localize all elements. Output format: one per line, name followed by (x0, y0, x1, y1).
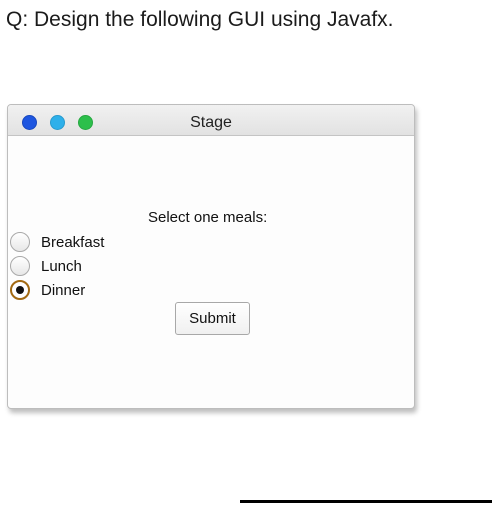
submit-button[interactable]: Submit (175, 302, 250, 335)
window-title: Stage (190, 114, 232, 131)
radio-label-breakfast: Breakfast (41, 233, 105, 251)
radio-option-dinner[interactable]: Dinner (10, 279, 85, 301)
radio-label-dinner: Dinner (41, 281, 86, 299)
meal-prompt-label: Select one meals: (148, 209, 268, 226)
radio-button-icon[interactable] (10, 256, 30, 276)
radio-option-breakfast[interactable]: Breakfast (10, 231, 104, 253)
title-bar: Stage (8, 105, 414, 136)
radio-option-lunch[interactable]: Lunch (10, 255, 82, 277)
question-text: Q: Design the following GUI using Javafx… (6, 8, 394, 31)
radio-label-lunch: Lunch (41, 257, 82, 275)
radio-button-icon[interactable] (10, 232, 30, 252)
stage-window: Stage Select one meals: Breakfast Lunch … (7, 104, 415, 409)
bottom-divider-line (240, 500, 492, 503)
radio-button-icon[interactable] (10, 280, 30, 300)
